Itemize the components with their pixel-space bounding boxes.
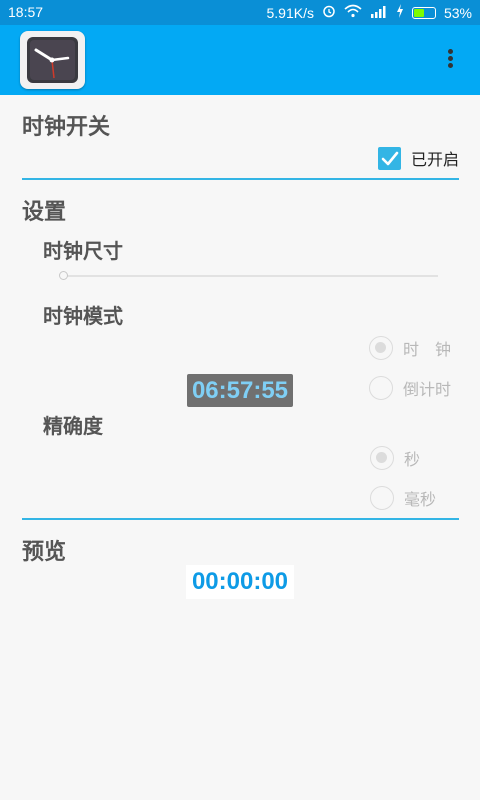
- clock-app-icon: [20, 31, 85, 89]
- divider: [22, 178, 459, 180]
- mode-option-countdown[interactable]: 倒计时: [369, 376, 451, 400]
- preview-title: 预览: [22, 540, 67, 565]
- mode-option-label: 倒计时: [403, 380, 452, 399]
- precision-option-label: 秒: [404, 450, 421, 469]
- divider: [22, 518, 459, 520]
- battery-level: [413, 8, 424, 17]
- floating-clock-display[interactable]: 06:57:55: [187, 374, 293, 407]
- radio-button-checked[interactable]: [369, 336, 393, 360]
- radio-button[interactable]: [370, 486, 394, 510]
- status-time: 18:57: [8, 4, 44, 20]
- mode-option-label: 时 钟: [403, 340, 452, 359]
- overflow-menu-icon[interactable]: [440, 47, 460, 73]
- precision-option-seconds[interactable]: 秒: [370, 446, 420, 470]
- clock-mode-label: 时钟模式: [43, 304, 123, 328]
- mode-option-clock[interactable]: 时 钟: [369, 336, 451, 360]
- battery-percent: 53%: [443, 4, 472, 21]
- settings-title: 设置: [22, 200, 67, 225]
- net-speed: 5.91K/s: [266, 4, 314, 21]
- signal-icon: [370, 5, 388, 21]
- clock-switch-title: 时钟开关: [22, 115, 111, 140]
- charging-icon: [396, 4, 404, 21]
- precision-label: 精确度: [43, 414, 103, 438]
- clock-size-slider-thumb[interactable]: [59, 271, 68, 280]
- status-bar: 18:57 5.91K/s 53%: [0, 0, 480, 25]
- radio-button-checked[interactable]: [370, 446, 394, 470]
- preview-clock-display: 00:00:00: [186, 565, 294, 599]
- clock-size-slider[interactable]: [62, 275, 438, 277]
- clock-size-label: 时钟尺寸: [43, 239, 123, 263]
- wifi-icon: [344, 4, 362, 21]
- app-bar: [0, 25, 480, 95]
- battery-icon: [411, 6, 436, 19]
- precision-option-milliseconds[interactable]: 毫秒: [370, 486, 436, 510]
- alarm-icon: [322, 4, 336, 21]
- radio-button[interactable]: [369, 376, 393, 400]
- checkbox-checked-icon[interactable]: [377, 146, 401, 170]
- status-icons: 5.91K/s 53%: [266, 4, 472, 21]
- checkbox-label: 已开启: [410, 150, 459, 169]
- precision-option-label: 毫秒: [404, 490, 437, 509]
- clock-enabled-checkbox[interactable]: 已开启: [377, 146, 459, 170]
